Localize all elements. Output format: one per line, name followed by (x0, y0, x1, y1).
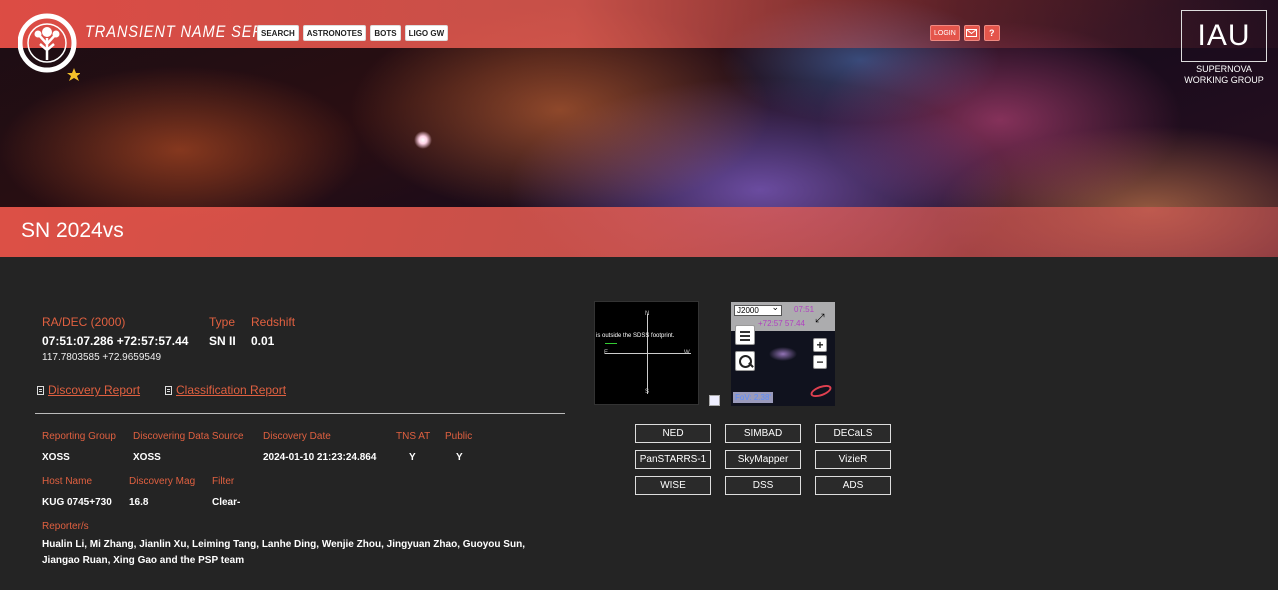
host-name-cell: Host Name KUG 0745+730 (42, 476, 112, 510)
reporters-label: Reporter/s (42, 521, 89, 532)
redshift-value: 0.01 (251, 334, 275, 348)
ads-button[interactable]: ADS (815, 476, 891, 495)
search-icon[interactable] (735, 351, 755, 371)
object-title: SN 2024vs (21, 219, 124, 242)
reporting-group-label: Reporting Group (42, 431, 116, 442)
external-links: NED SIMBAD DECaLS PanSTARRS-1 SkyMapper … (635, 424, 891, 495)
nav-bots-button[interactable]: BOTS (370, 25, 401, 41)
discovery-date-cell: Discovery Date 2024-01-10 21:23:24.864 (263, 431, 376, 465)
filter-value: Clear- (212, 497, 241, 508)
filter-label: Filter (212, 476, 235, 487)
tns-at-cell: TNS AT Y (396, 431, 430, 465)
account-controls: LOGIN ? (930, 25, 1000, 41)
mail-icon[interactable] (963, 25, 980, 41)
document-icon (165, 385, 172, 395)
simbad-button[interactable]: SIMBAD (725, 424, 801, 443)
broken-image-icon (709, 395, 720, 406)
layers-icon[interactable] (735, 325, 755, 345)
radec-value: 07:51:07.286 +72:57:57.44 (42, 334, 189, 348)
redshift-label: Redshift (251, 315, 296, 329)
aladin-dec-readout: +72:57 57.44 (758, 319, 805, 328)
expand-icon[interactable]: ⤢ (815, 311, 825, 326)
ned-button[interactable]: NED (635, 424, 711, 443)
tns-at-value: Y (409, 452, 416, 463)
section-divider (35, 413, 565, 414)
help-button[interactable]: ? (983, 25, 1000, 41)
star-highlight (414, 131, 432, 149)
sdss-thumbnail[interactable]: N S E W is outside the SDSS footprint. (594, 301, 699, 405)
reporting-group-cell: Reporting Group XOSS (42, 431, 116, 465)
scale-bar (605, 343, 617, 345)
discovery-mag-label: Discovery Mag (129, 476, 196, 487)
iau-logo-text: IAU (1197, 19, 1251, 52)
header-banner: TRANSIENT NAME SERVER SEARCH ASTRONOTES … (0, 0, 1278, 257)
iau-subtitle-line2: WORKING GROUP (1184, 75, 1264, 85)
discovery-report-label[interactable]: Discovery Report (48, 383, 140, 397)
public-cell: Public Y (445, 431, 472, 465)
reporters-value: Hualin Li, Mi Zhang, Jianlin Xu, Leiming… (42, 539, 525, 566)
data-source-cell: Discovering Data Source XOSS (133, 431, 244, 465)
frame-select[interactable]: J2000 (734, 303, 782, 316)
host-name-label: Host Name (42, 476, 93, 487)
filter-cell: Filter Clear- (212, 476, 240, 510)
crosshair-horizontal (605, 353, 691, 354)
iau-subtitle: SUPERNOVA WORKING GROUP (1172, 64, 1276, 86)
discovery-date-value: 2024-01-10 21:23:24.864 (263, 452, 377, 463)
document-icon (37, 385, 44, 395)
discovery-mag-cell: Discovery Mag 16.8 (129, 476, 195, 510)
compass-north: N (645, 311, 650, 317)
tns-at-label: TNS AT (396, 431, 431, 442)
compass-west: W (684, 350, 690, 356)
compass-south: S (645, 389, 650, 395)
public-value: Y (456, 452, 463, 463)
aladin-ra-readout: 07:51 (794, 305, 815, 314)
sdss-footprint-message: is outside the SDSS footprint. (596, 333, 675, 339)
fov-readout: FoV: 2.38' (733, 392, 773, 403)
dss-button[interactable]: DSS (725, 476, 801, 495)
classification-report-label[interactable]: Classification Report (176, 383, 286, 397)
radec-label: RA/DEC (2000) (42, 315, 126, 329)
banner-title-strip (0, 207, 1278, 257)
discovery-report-link[interactable]: Discovery Report (37, 383, 140, 397)
type-value: SN II (209, 334, 236, 348)
nav-ligo-gw-button[interactable]: LIGO GW (404, 25, 449, 41)
type-label: Type (209, 315, 236, 329)
data-source-label: Discovering Data Source (133, 431, 244, 442)
galaxy-icon[interactable] (808, 382, 834, 400)
public-label: Public (445, 431, 473, 442)
skymapper-button[interactable]: SkyMapper (725, 450, 801, 469)
crosshair-vertical (647, 314, 648, 394)
tns-logo-icon[interactable] (17, 10, 81, 82)
discovery-mag-value: 16.8 (129, 497, 149, 508)
host-name-value: KUG 0745+730 (42, 497, 112, 508)
login-button[interactable]: LOGIN (930, 25, 960, 41)
wise-button[interactable]: WISE (635, 476, 711, 495)
zoom-in-button[interactable]: + (813, 338, 827, 352)
radec-degrees: 117.7803585 +72.9659549 (42, 352, 162, 363)
nav-astronotes-button[interactable]: ASTRONOTES (302, 25, 367, 41)
classification-report-link[interactable]: Classification Report (165, 383, 286, 397)
panstarrs-button[interactable]: PanSTARRS-1 (635, 450, 711, 469)
reporters-label-cell: Reporter/s (42, 521, 89, 537)
main-nav: SEARCH ASTRONOTES BOTS LIGO GW (257, 25, 449, 41)
nav-search-button[interactable]: SEARCH (257, 25, 299, 41)
compass-east: E (604, 350, 609, 356)
iau-subtitle-line1: SUPERNOVA (1196, 64, 1252, 74)
discovery-date-label: Discovery Date (263, 431, 331, 442)
vizier-button[interactable]: VizieR (815, 450, 891, 469)
reporting-group-value: XOSS (42, 452, 70, 463)
iau-logo[interactable]: IAU (1181, 10, 1267, 62)
zoom-out-button[interactable]: − (813, 355, 827, 369)
data-source-value: XOSS (133, 452, 161, 463)
aladin-sky-viewer[interactable]: J2000 07:51 +72:57 57.44 ⤢ + − FoV: 2.38… (731, 302, 835, 406)
decals-button[interactable]: DECaLS (815, 424, 891, 443)
